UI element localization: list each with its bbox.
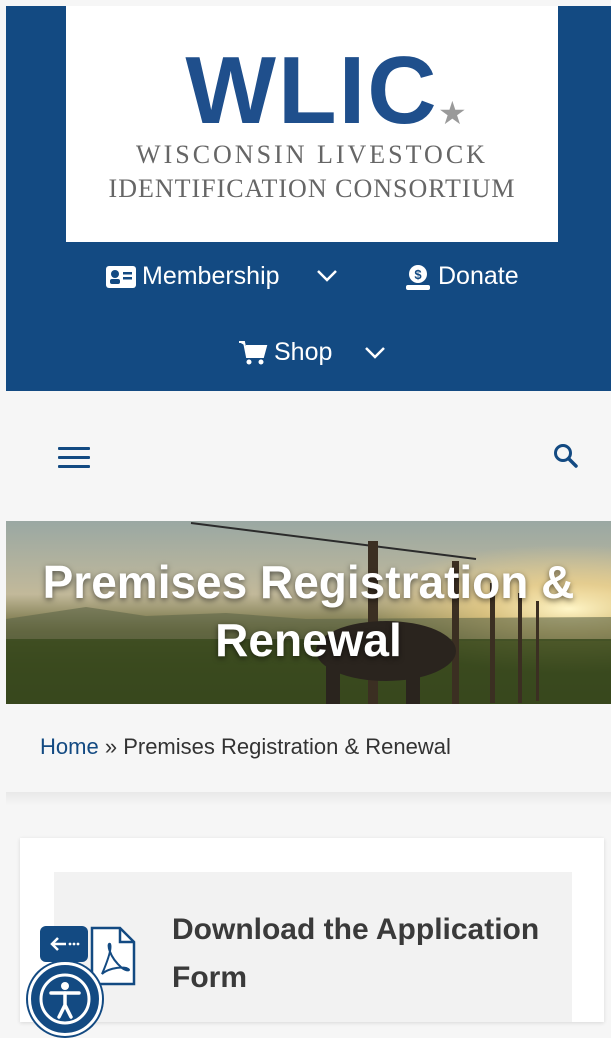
logo-wordmark: WLIC ★	[66, 43, 558, 139]
section-divider	[6, 792, 611, 806]
nav-membership-label: Membership	[142, 262, 280, 290]
breadcrumb-current: Premises Registration & Renewal	[123, 734, 451, 759]
site-header: WLIC ★ WISCONSIN LIVESTOCK IDENTIFICATIO…	[6, 6, 611, 391]
nav-shop-label: Shop	[274, 338, 333, 366]
breadcrumb-separator: »	[104, 734, 118, 759]
breadcrumb-home-link[interactable]: Home	[40, 734, 99, 759]
nav-membership[interactable]: Membership	[106, 262, 280, 291]
site-logo[interactable]: WLIC ★ WISCONSIN LIVESTOCK IDENTIFICATIO…	[66, 6, 558, 242]
donate-icon: $	[404, 263, 432, 291]
logo-subtitle-line1: WISCONSIN LIVESTOCK	[136, 140, 488, 169]
nav-shop[interactable]: Shop	[238, 338, 332, 367]
chevron-down-icon[interactable]	[364, 346, 386, 365]
nav-donate[interactable]: $ Donate	[404, 262, 519, 291]
cart-icon	[238, 340, 268, 366]
logo-subtitle-line2: IDENTIFICATION CONSORTIUM	[108, 174, 516, 203]
search-icon[interactable]	[552, 442, 580, 475]
hamburger-icon[interactable]	[58, 447, 90, 469]
svg-text:$: $	[414, 267, 422, 282]
chevron-down-icon[interactable]	[316, 269, 338, 288]
mobile-toolbar	[6, 391, 611, 521]
id-card-icon	[106, 265, 136, 288]
breadcrumb: Home » Premises Registration & Renewal	[40, 734, 451, 760]
download-form-heading[interactable]: Download the Application Form	[172, 906, 552, 1002]
hero-banner: Premises Registration & Renewal	[6, 521, 611, 704]
page-title: Premises Registration & Renewal	[42, 556, 575, 666]
back-arrow-icon[interactable]	[40, 926, 88, 962]
accessibility-icon[interactable]	[28, 962, 102, 1036]
nav-donate-label: Donate	[438, 262, 519, 290]
